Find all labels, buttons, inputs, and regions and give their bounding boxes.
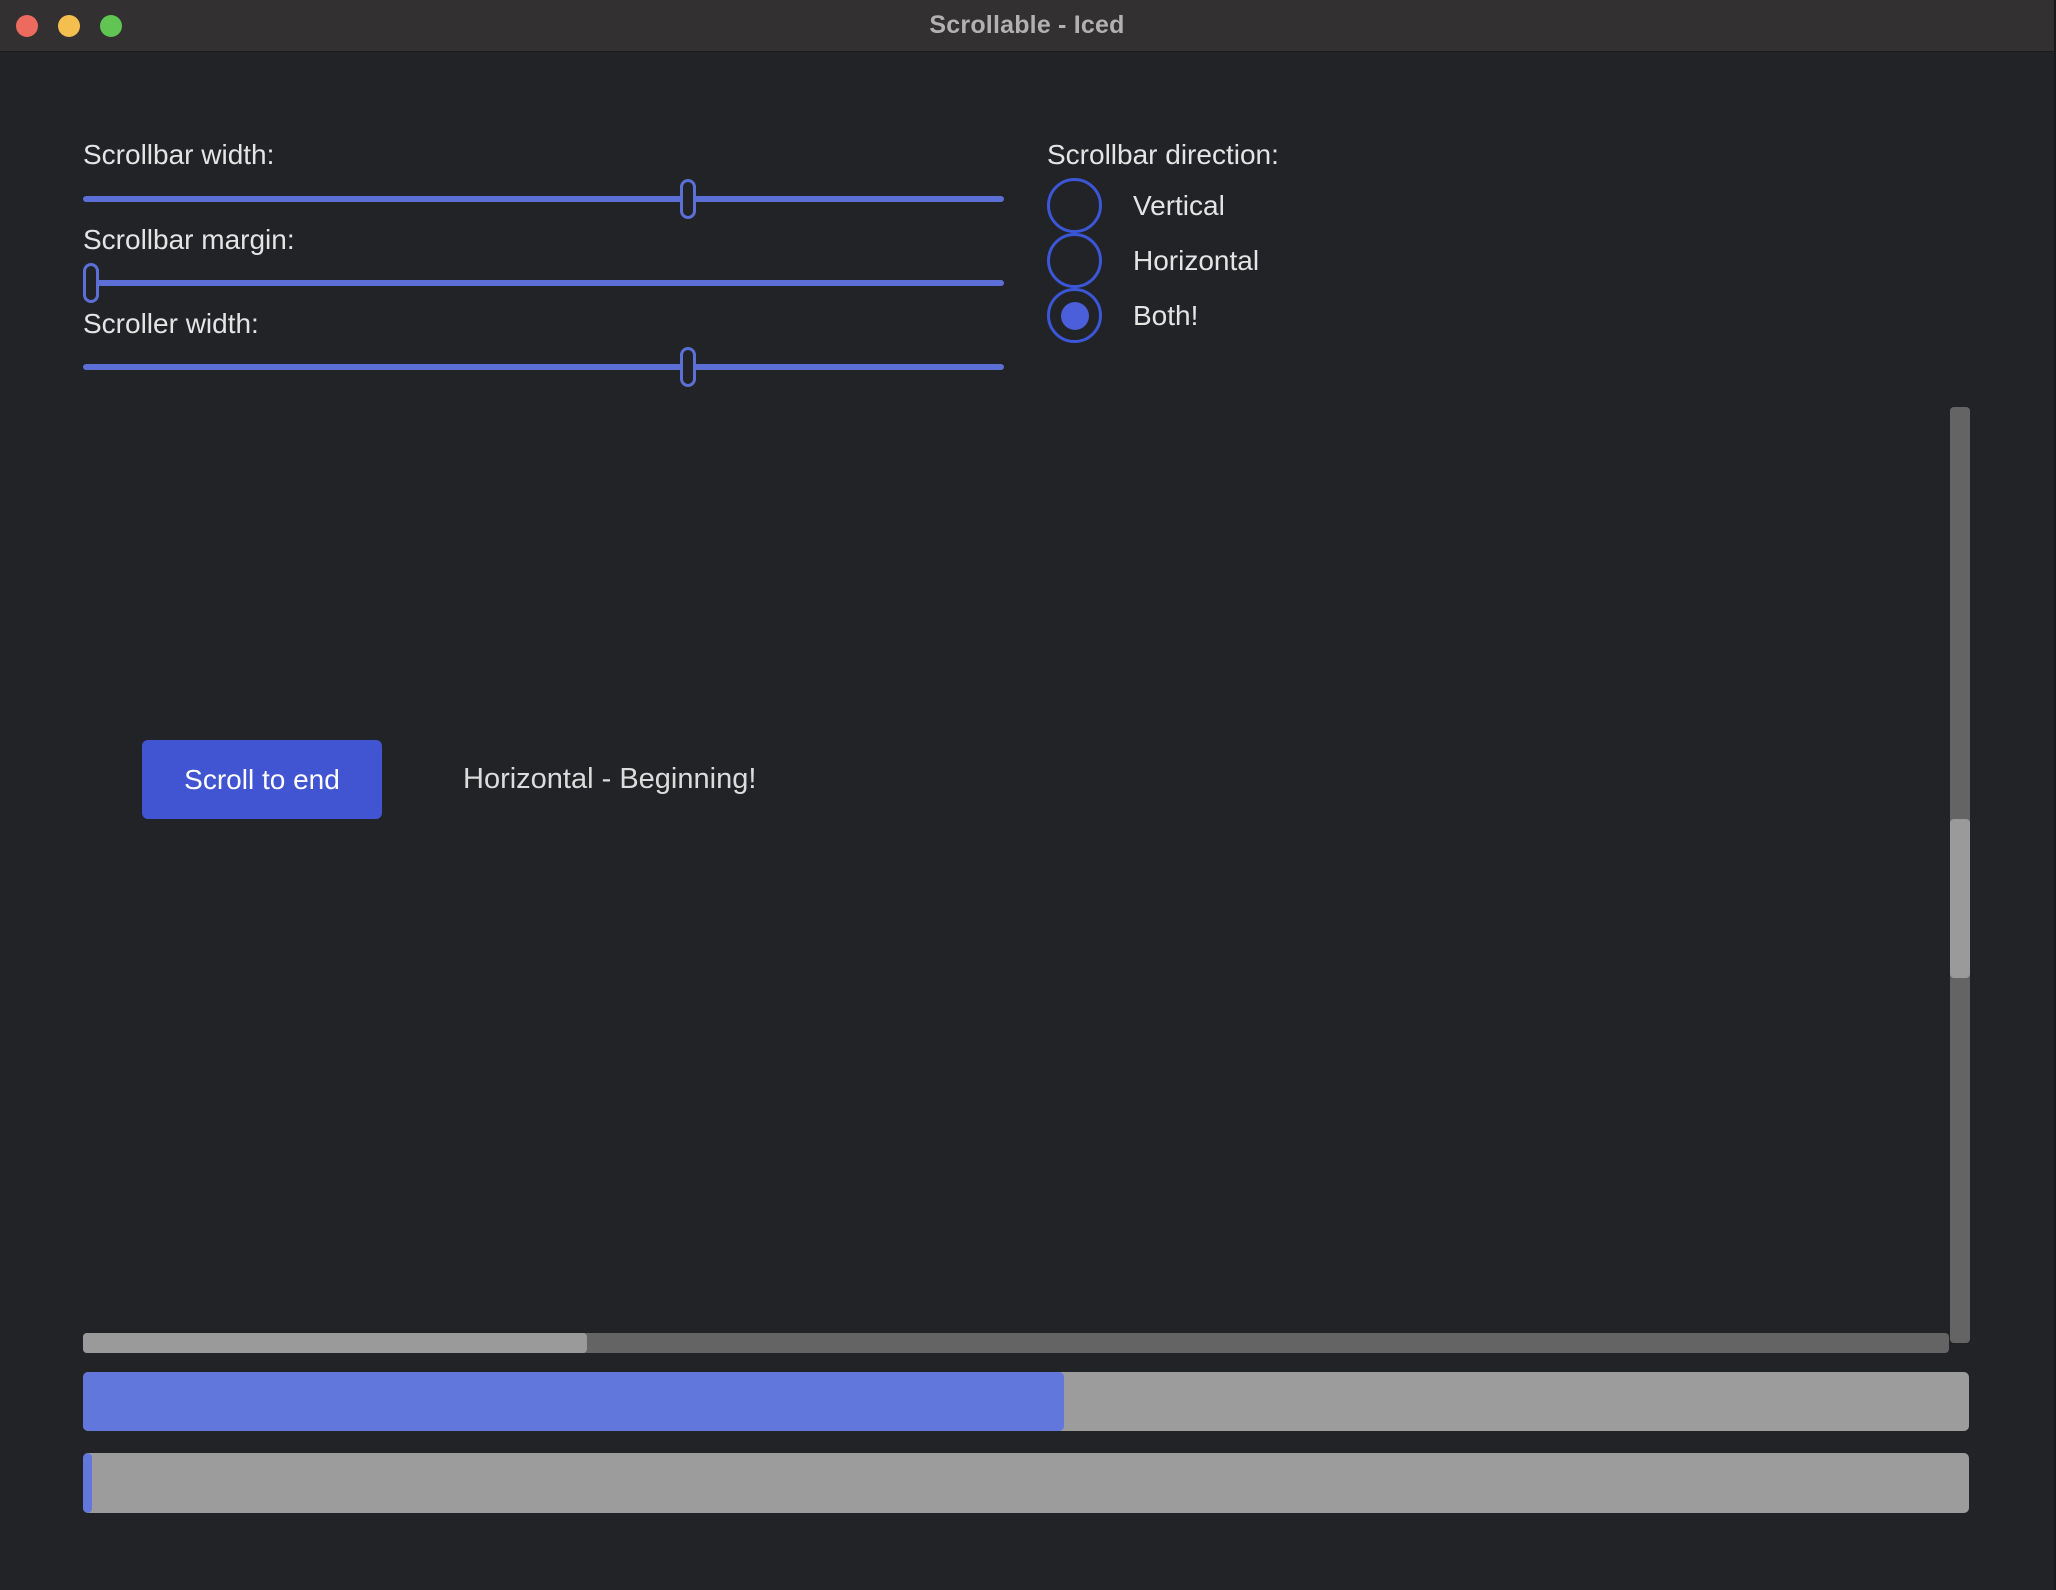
window-title: Scrollable - Iced — [929, 11, 1124, 40]
slider-handle[interactable] — [680, 347, 696, 387]
radio-dot — [1061, 302, 1089, 330]
radio-circle[interactable] — [1047, 178, 1102, 233]
vertical-progress-fill — [83, 1453, 92, 1513]
radio-circle[interactable] — [1047, 288, 1102, 343]
scroll-status-text: Horizontal - Beginning! — [463, 763, 756, 796]
vertical-scrollbar-thumb[interactable] — [1950, 819, 1970, 978]
slider-handle[interactable] — [83, 263, 99, 303]
vertical-scrollbar-track[interactable] — [1950, 407, 1970, 1343]
scrollbar-width-slider[interactable] — [83, 179, 1004, 219]
horizontal-scrollbar-thumb[interactable] — [83, 1333, 587, 1353]
horizontal-progress-fill — [83, 1372, 1064, 1431]
radio-option-label[interactable]: Horizontal — [1133, 245, 1259, 277]
slider-handle[interactable] — [680, 179, 696, 219]
close-button[interactable] — [16, 15, 38, 37]
minimize-button[interactable] — [58, 15, 80, 37]
vertical-progress-bar — [83, 1453, 1969, 1513]
scroller-width-slider[interactable] — [83, 347, 1004, 387]
titlebar: Scrollable - Iced — [0, 0, 2054, 52]
traffic-lights — [16, 0, 122, 52]
scrollbar-width-label: Scrollbar width: — [83, 138, 274, 172]
horizontal-scrollbar-track[interactable] — [83, 1333, 1949, 1353]
button-row: Scroll to end Horizontal - Beginning! — [142, 740, 382, 819]
radio-option-label[interactable]: Both! — [1133, 300, 1198, 332]
scroll-to-end-button[interactable]: Scroll to end — [142, 740, 382, 819]
radio-option-label[interactable]: Vertical — [1133, 190, 1225, 222]
radio-option-vertical[interactable]: Vertical — [1047, 178, 1225, 233]
radio-option-both[interactable]: Both! — [1047, 288, 1198, 343]
scrollbar-margin-label: Scrollbar margin: — [83, 223, 295, 257]
zoom-button[interactable] — [100, 15, 122, 37]
horizontal-progress-bar — [83, 1372, 1969, 1431]
radio-option-horizontal[interactable]: Horizontal — [1047, 233, 1259, 288]
radio-circle[interactable] — [1047, 233, 1102, 288]
scroller-width-label: Scroller width: — [83, 307, 259, 341]
scrollbar-direction-label: Scrollbar direction: — [1047, 138, 1279, 172]
scrollbar-margin-slider[interactable] — [83, 263, 1004, 303]
